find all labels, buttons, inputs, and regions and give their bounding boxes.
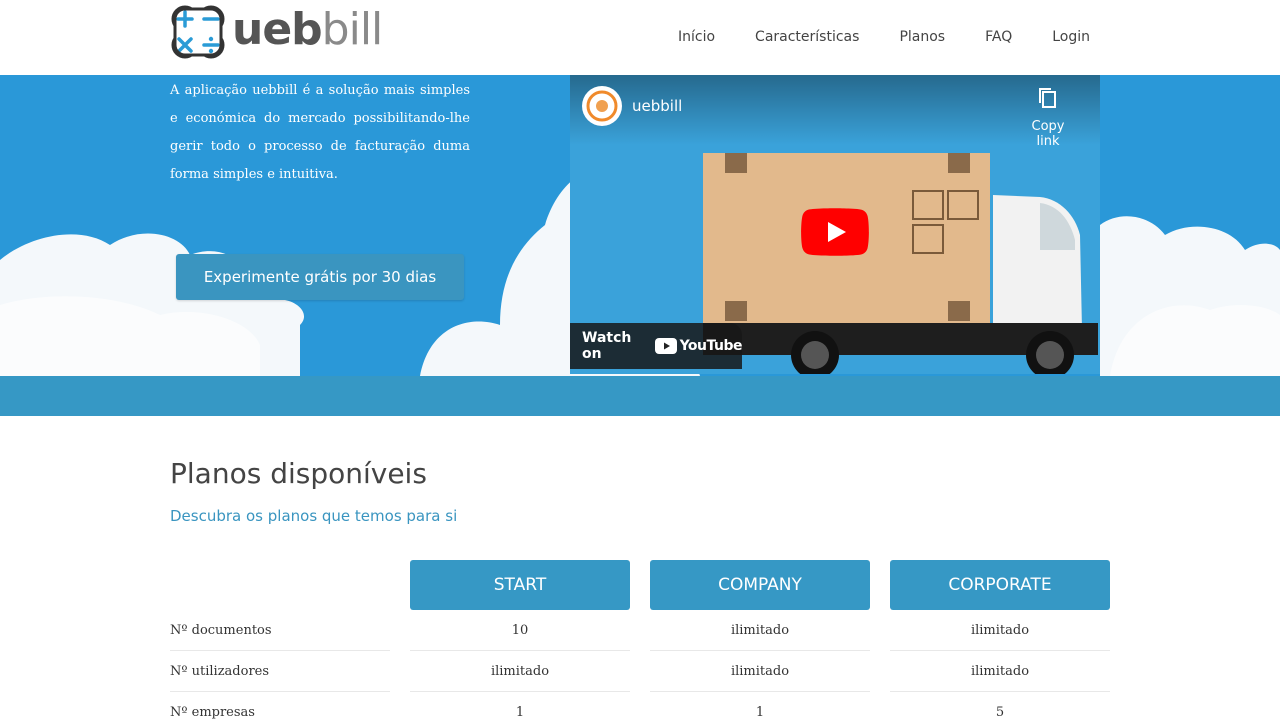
- youtube-video-embed[interactable]: uebbill Copy link Watch on YouTube: [570, 75, 1100, 374]
- copy-link-button[interactable]: Copy link: [1018, 87, 1078, 149]
- nav-planos[interactable]: Planos: [899, 29, 945, 45]
- watch-on-youtube-button[interactable]: Watch on YouTube: [570, 323, 743, 369]
- plan-header-corporate[interactable]: CORPORATE: [890, 560, 1110, 610]
- calculator-logo-icon: [171, 5, 225, 59]
- plan-header-start[interactable]: START: [410, 560, 630, 610]
- logo-text-bill: bill: [321, 3, 384, 55]
- watch-on-label: Watch on: [582, 330, 632, 362]
- row-label-empresas: Nº empresas: [170, 692, 390, 720]
- table-cell: ilimitado: [650, 651, 870, 692]
- plan-header-company[interactable]: COMPANY: [650, 560, 870, 610]
- nav-login[interactable]: Login: [1052, 29, 1090, 45]
- nav-faq[interactable]: FAQ: [985, 29, 1012, 45]
- logo-text-ueb: ueb: [232, 3, 323, 55]
- video-channel-name[interactable]: uebbill: [632, 97, 682, 115]
- plans-title: Planos disponíveis: [170, 457, 427, 490]
- youtube-icon: [654, 338, 677, 354]
- section-divider-band: [0, 376, 1280, 416]
- play-icon[interactable]: [801, 208, 869, 256]
- copy-link-label: Copy link: [1031, 119, 1065, 149]
- row-label-utilizadores: Nº utilizadores: [170, 651, 390, 692]
- youtube-wordmark: YouTube: [679, 338, 743, 354]
- logo-wordmark: uebbill: [232, 3, 384, 55]
- youtube-logo: YouTube: [654, 338, 743, 354]
- table-cell: 1: [410, 692, 630, 720]
- table-cell: 5: [890, 692, 1110, 720]
- row-label-documentos: Nº documentos: [170, 610, 390, 651]
- uebbill-logo[interactable]: uebbill: [170, 3, 384, 60]
- free-trial-button[interactable]: Experimente grátis por 30 dias: [176, 254, 464, 300]
- table-cell: ilimitado: [890, 610, 1110, 651]
- nav-inicio[interactable]: Início: [678, 29, 715, 45]
- table-cell: ilimitado: [890, 651, 1110, 692]
- plans-subtitle: Descubra os planos que temos para si: [170, 507, 458, 525]
- table-cell: 10: [410, 610, 630, 651]
- table-cell: ilimitado: [410, 651, 630, 692]
- main-nav: Início Características Planos FAQ Login: [638, 29, 1090, 45]
- hero-description: A aplicação uebbill é a solução mais sim…: [170, 83, 470, 182]
- copy-icon: [1039, 88, 1056, 108]
- nav-caracteristicas[interactable]: Características: [755, 29, 859, 45]
- channel-avatar-icon[interactable]: [582, 86, 622, 126]
- table-cell: ilimitado: [650, 610, 870, 651]
- site-header: uebbill Início Características Planos FA…: [0, 0, 1280, 75]
- hero-section: A aplicação uebbill é a solução mais sim…: [0, 75, 1280, 376]
- table-cell: 1: [650, 692, 870, 720]
